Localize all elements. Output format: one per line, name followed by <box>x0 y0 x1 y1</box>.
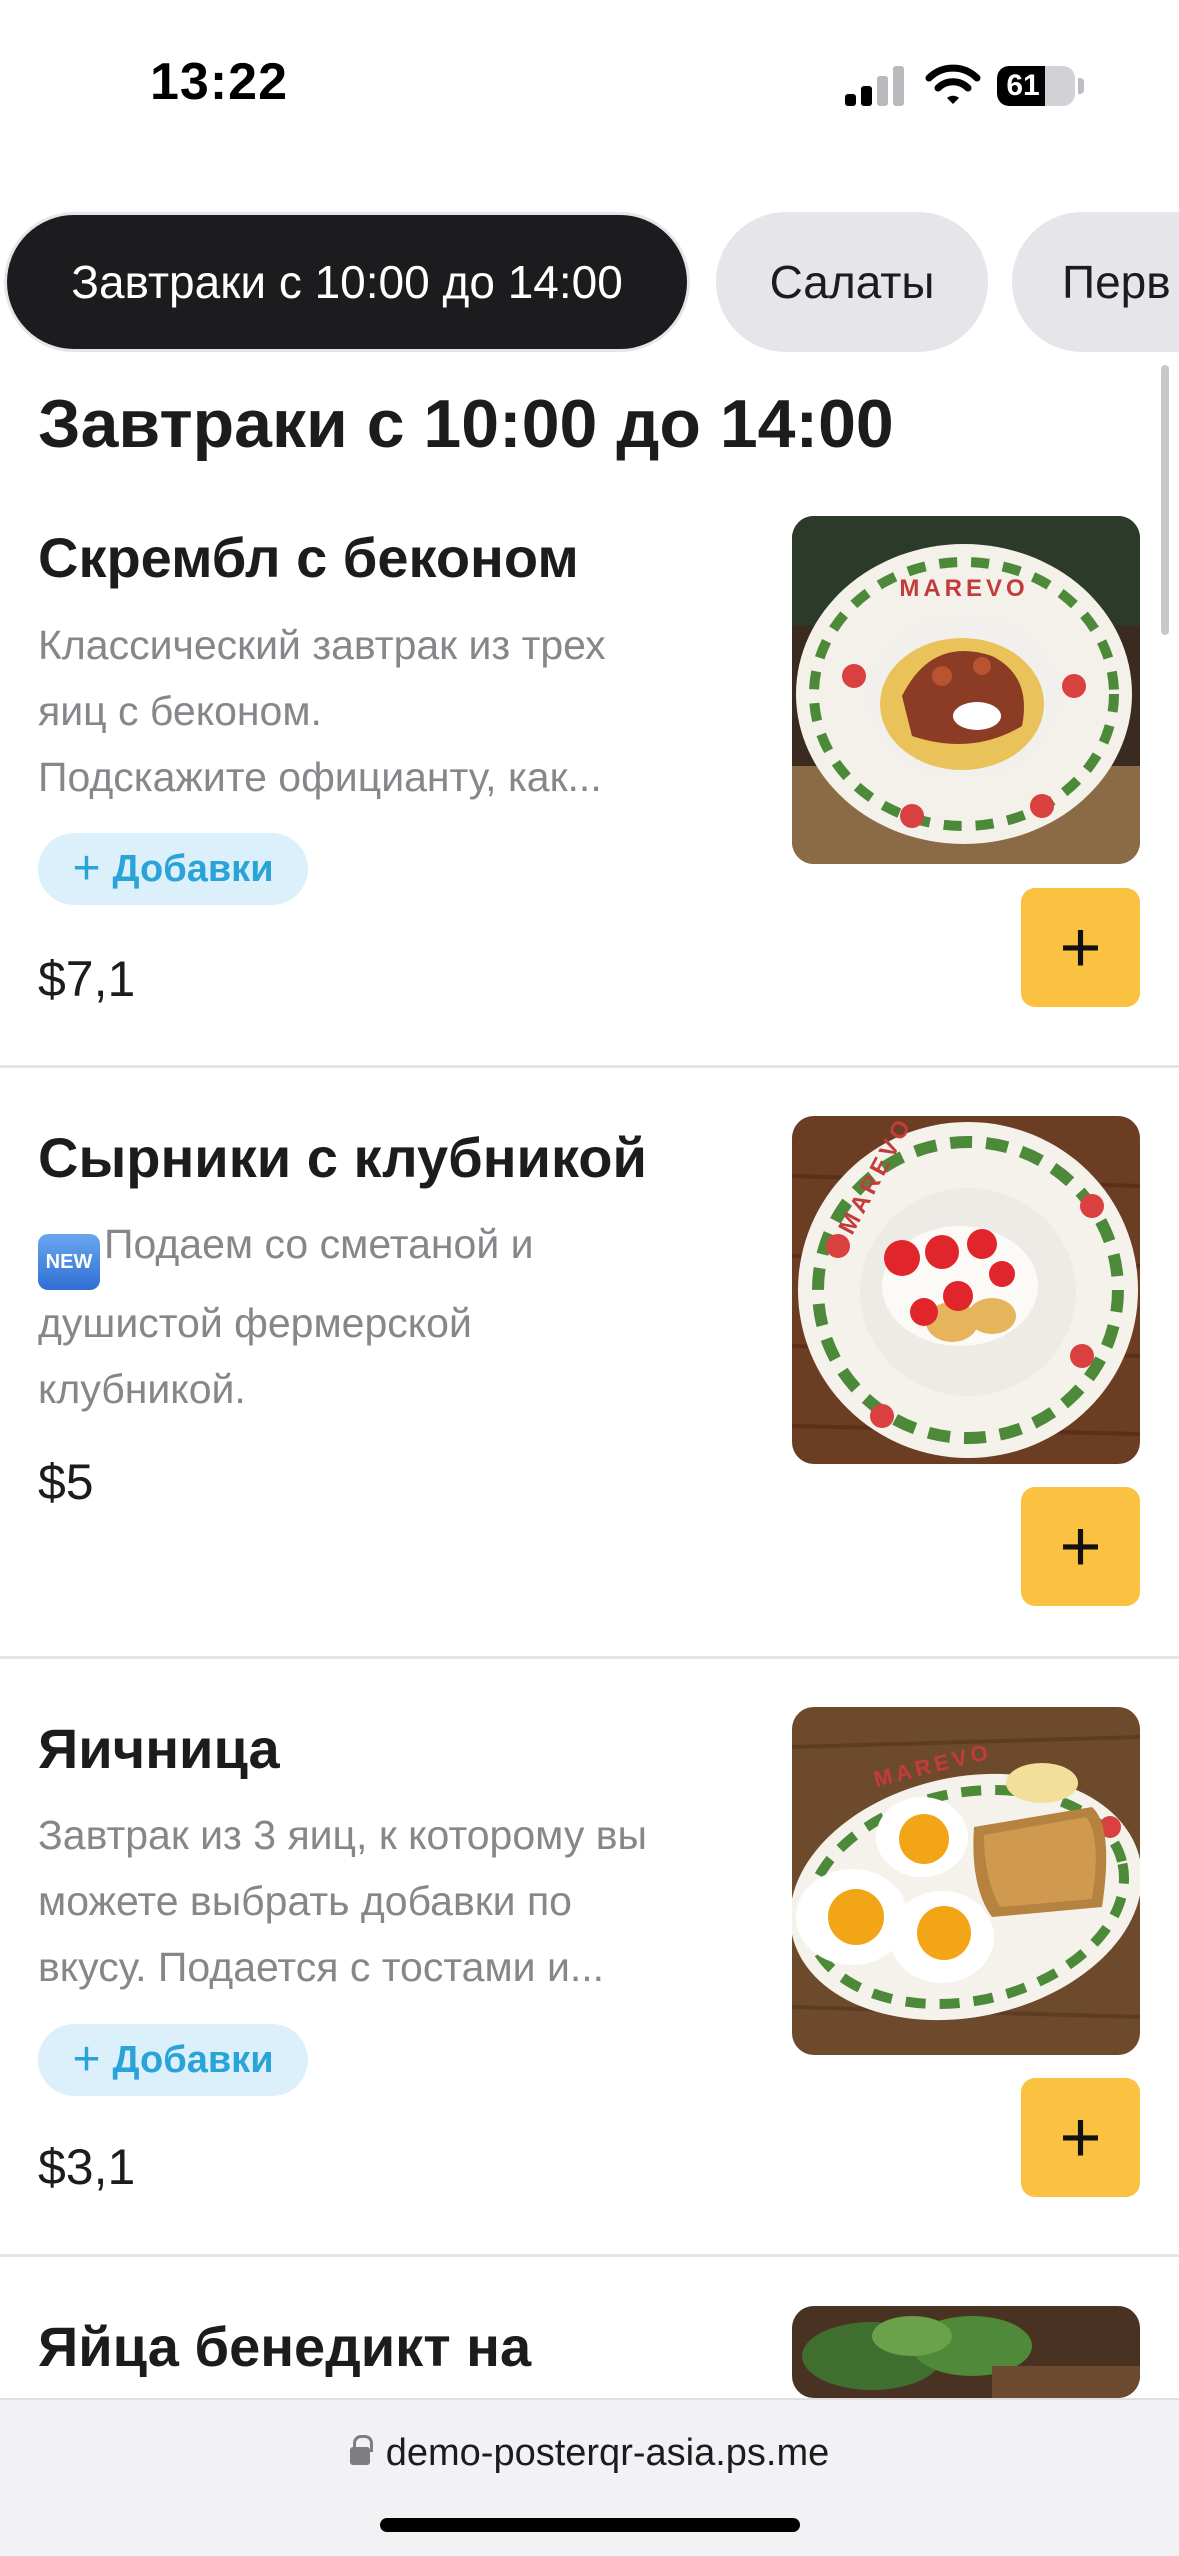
divider <box>0 1656 1179 1659</box>
plate-logo-text: MAREVO <box>899 575 1028 602</box>
addons-label: Добавки <box>112 2038 274 2081</box>
wifi-icon <box>925 62 981 106</box>
item-photo-syrniki[interactable]: MAREVO <box>792 1116 1140 1464</box>
item-photo-scramble[interactable]: MAREVO <box>792 516 1140 864</box>
add-to-cart-button[interactable]: + <box>1021 1487 1140 1606</box>
addons-button[interactable]: + Добавки <box>38 833 308 905</box>
item-description-line: Завтрак из 3 яиц, к которому вы <box>38 1812 647 1858</box>
battery-percent: 61 <box>1006 69 1040 102</box>
new-badge-icon: NEW <box>38 1234 100 1290</box>
scrollbar[interactable] <box>1161 365 1169 635</box>
item-photo-fried-eggs[interactable]: MAREVO <box>792 1707 1140 2055</box>
item-name[interactable]: Яйца бенедикт на <box>38 2314 531 2379</box>
tab-first-courses[interactable]: Перв <box>1012 212 1179 352</box>
item-description-line: яиц с беконом. <box>38 688 322 734</box>
item-description-line: NEW Подаем со сметаной и <box>38 1211 738 1290</box>
item-description-line: можете выбрать добавки по <box>38 1878 572 1924</box>
plus-icon: + <box>72 842 101 895</box>
divider <box>0 2254 1179 2257</box>
item-description-line: душистой фермерской <box>38 1300 472 1346</box>
divider <box>0 1065 1179 1068</box>
browser-url-bar[interactable]: demo-posterqr-asia.ps.me <box>0 2398 1179 2556</box>
item-description-line: Подскажите официанту, как... <box>38 754 602 800</box>
item-price: $7,1 <box>38 951 136 1007</box>
item-name[interactable]: Скрембл с беконом <box>38 525 579 590</box>
url-text: demo-posterqr-asia.ps.me <box>385 2432 830 2474</box>
url-display[interactable]: demo-posterqr-asia.ps.me <box>0 2432 1179 2475</box>
item-description-line: вкусу. Подается с тостами и... <box>38 1944 605 1990</box>
item-name[interactable]: Сырники с клубникой <box>38 1125 647 1190</box>
add-to-cart-button[interactable]: + <box>1021 2078 1140 2197</box>
tab-salads[interactable]: Салаты <box>716 212 988 352</box>
item-description-line: Классический завтрак из трех <box>38 622 606 668</box>
status-time: 13:22 <box>150 53 288 111</box>
section-title: Завтраки с 10:00 до 14:00 <box>38 386 894 462</box>
category-tabs: Завтраки с 10:00 до 14:00 Салаты Перв <box>0 212 1179 352</box>
battery-icon: 61 <box>997 66 1075 106</box>
item-description: NEW Подаем со сметаной и душистой фермерс… <box>38 1211 738 1422</box>
add-to-cart-button[interactable]: + <box>1021 888 1140 1007</box>
item-description-text: Подаем со сметаной и <box>104 1221 534 1267</box>
item-description: Классический завтрак из трех яиц с бекон… <box>38 612 738 810</box>
status-bar: 13:22 61 <box>0 0 1179 170</box>
home-indicator[interactable] <box>380 2518 800 2532</box>
addons-label: Добавки <box>112 847 274 890</box>
item-price: $3,1 <box>38 2139 136 2195</box>
plus-icon: + <box>72 2033 101 2086</box>
lock-icon <box>349 2435 373 2465</box>
item-photo-eggs-benedict[interactable] <box>792 2306 1140 2398</box>
battery-tip <box>1078 78 1084 94</box>
item-description: Завтрак из 3 яиц, к которому вы можете в… <box>38 1802 738 2000</box>
item-name[interactable]: Яичница <box>38 1716 280 1781</box>
addons-button[interactable]: + Добавки <box>38 2024 308 2096</box>
cellular-signal-icon <box>845 66 907 106</box>
item-description-line: клубникой. <box>38 1366 246 1412</box>
item-price: $5 <box>38 1454 94 1510</box>
tab-breakfast[interactable]: Завтраки с 10:00 до 14:00 <box>4 212 690 352</box>
